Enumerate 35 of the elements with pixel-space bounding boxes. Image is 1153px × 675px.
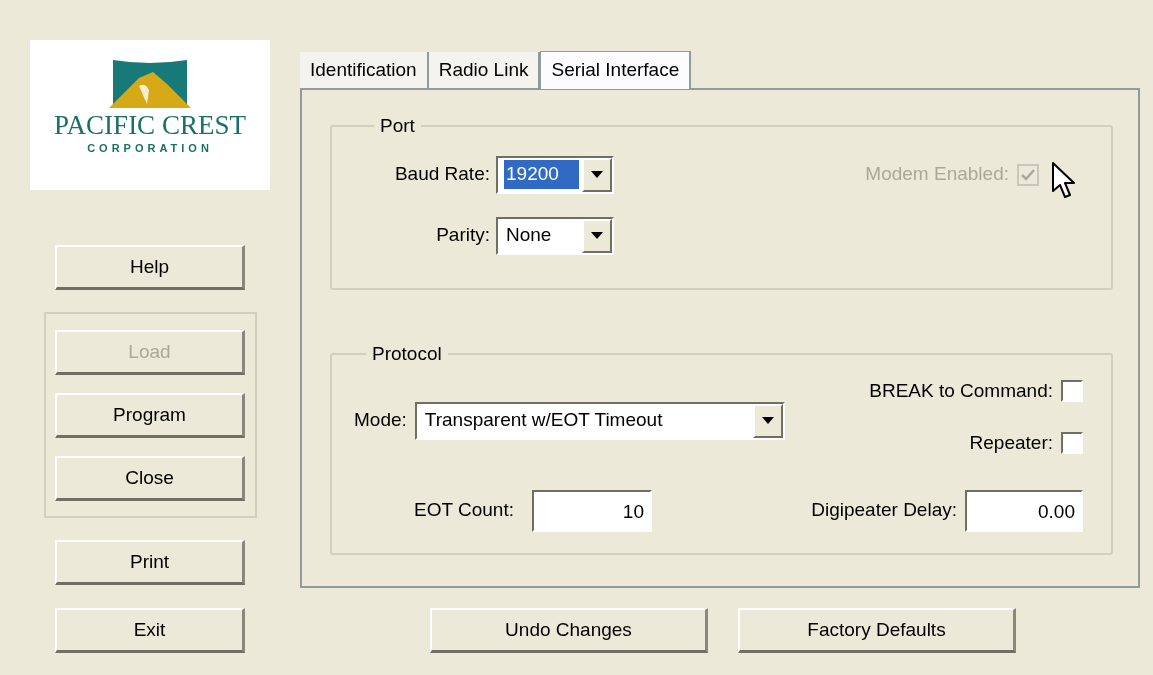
tab[interactable]: Radio Link: [428, 52, 541, 88]
check-icon: [1021, 168, 1035, 181]
dropdown[interactable]: Transparent w/EOT Timeout: [414, 401, 785, 440]
field-label: EOT Count:: [414, 498, 514, 523]
button[interactable]: Print: [55, 540, 245, 585]
caret-icon: [591, 232, 603, 239]
button[interactable]: Close: [55, 456, 245, 501]
button[interactable]: Factory Defaults: [738, 608, 1016, 653]
field-label: BREAK to Command:: [869, 378, 1053, 403]
logo-text: PACIFIC CREST: [54, 110, 246, 140]
button[interactable]: Undo Changes: [430, 608, 708, 653]
button[interactable]: Program: [55, 393, 245, 438]
mountain-logo-icon: [109, 60, 191, 108]
button[interactable]: Exit: [55, 608, 245, 653]
field-label: Digipeater Delay:: [811, 498, 957, 523]
button[interactable]: Help: [55, 245, 245, 290]
tab[interactable]: Identification: [300, 52, 429, 88]
field-label: Mode:: [354, 408, 407, 433]
caret-icon: [591, 171, 603, 178]
field-label: Parity:: [436, 223, 490, 248]
input-field[interactable]: 0.00: [965, 489, 1083, 532]
field-label: Baud Rate:: [394, 162, 490, 187]
group-title: Port: [379, 114, 416, 138]
logo-subtitle: CORPORATION: [87, 141, 213, 156]
checkbox[interactable]: [1061, 379, 1083, 402]
field-label: Repeater:: [969, 431, 1053, 455]
group-title: Protocol: [371, 342, 443, 366]
dropdown[interactable]: None: [496, 216, 614, 255]
checkbox[interactable]: [1061, 432, 1083, 455]
dropdown[interactable]: 19200: [496, 155, 614, 194]
mouse-pointer-icon: [1051, 160, 1077, 199]
field-label: Modem Enabled:: [865, 162, 1009, 187]
caret-icon: [761, 417, 774, 424]
input-field[interactable]: 10: [532, 489, 652, 532]
tab[interactable]: Serial Interface: [540, 51, 692, 89]
